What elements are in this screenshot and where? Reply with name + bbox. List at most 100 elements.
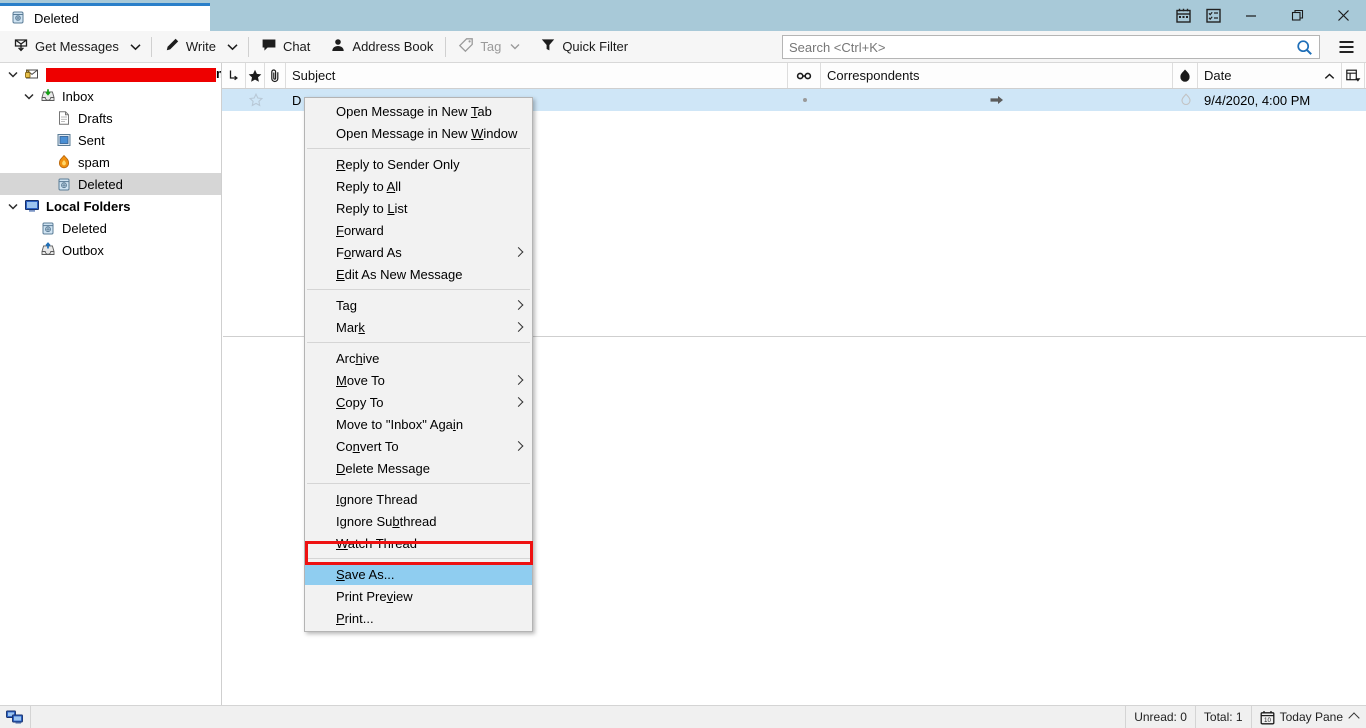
folder-item-spam[interactable]: spam [0, 151, 221, 173]
toolbar-divider [445, 36, 447, 57]
menu-item-archive[interactable]: Archive [305, 347, 532, 369]
tag-icon [458, 37, 474, 56]
submenu-arrow-icon [513, 322, 524, 332]
menu-item-move-to[interactable]: Move To [305, 369, 532, 391]
column-header-junk[interactable] [1173, 63, 1198, 88]
thunderbird-window: Deleted Get Messages Write Chat Address … [0, 0, 1366, 728]
search-input[interactable] [783, 39, 1289, 55]
filter-funnel-icon [540, 37, 556, 56]
quick-filter-button[interactable]: Quick Filter [533, 34, 635, 60]
tag-button[interactable]: Tag [451, 34, 527, 60]
chevron-down-icon[interactable] [4, 63, 22, 85]
menu-item-convert-to[interactable]: Convert To [305, 435, 532, 457]
menu-item-label: Convert To [336, 438, 399, 454]
minimize-button[interactable] [1228, 0, 1274, 31]
menu-item-mark[interactable]: Mark [305, 316, 532, 338]
menu-item-label: Print... [336, 610, 374, 626]
menu-item-tag[interactable]: Tag [305, 294, 532, 316]
drafts-icon [54, 107, 74, 129]
menu-item-watch-thread[interactable]: Watch Thread [305, 532, 532, 554]
column-header-starred[interactable] [246, 63, 265, 88]
folder-item-local-folders[interactable]: Local Folders [0, 195, 221, 217]
folder-item-deleted[interactable]: Deleted [0, 217, 221, 239]
tab-deleted[interactable]: Deleted [0, 3, 210, 31]
folder-item-outbox[interactable]: Outbox [0, 239, 221, 261]
message-cell-unread [788, 89, 821, 111]
menu-item-forward-as[interactable]: Forward As [305, 241, 532, 263]
write-button[interactable]: Write [157, 34, 223, 60]
menu-item-move-to-inbox-again[interactable]: Move to "Inbox" Again [305, 413, 532, 435]
message-context-menu[interactable]: Open Message in New Tab Open Message in N… [304, 97, 533, 632]
search-bar[interactable] [782, 35, 1320, 59]
folder-tree: m Inbox Drafts Sent spam Deleted Local Folders… [0, 63, 221, 261]
network-icon[interactable] [0, 706, 31, 728]
title-bar: Deleted [0, 0, 1366, 31]
address-book-label: Address Book [352, 39, 434, 54]
menu-item-ignore-thread[interactable]: Ignore Thread [305, 488, 532, 510]
twisty-placeholder [36, 173, 54, 195]
menu-item-print[interactable]: Print... [305, 607, 532, 629]
folder-item-sent[interactable]: Sent [0, 129, 221, 151]
folder-item-label: Local Folders [46, 198, 131, 214]
menu-item-label: Archive [336, 350, 380, 366]
chevron-down-icon[interactable] [20, 85, 38, 107]
folder-item-label: Deleted [62, 220, 107, 236]
today-pane-button[interactable]: 10 Today Pane [1250, 706, 1366, 728]
folder-item-deleted[interactable]: Deleted [0, 173, 221, 195]
menu-separator [307, 558, 530, 559]
twisty-placeholder [36, 151, 54, 173]
chevron-down-icon[interactable] [4, 195, 22, 217]
menu-item-copy-to[interactable]: Copy To [305, 391, 532, 413]
menu-separator [307, 148, 530, 149]
get-messages-button[interactable]: Get Messages [6, 34, 126, 60]
message-cell-correspondents [821, 89, 1173, 111]
menu-item-label: Reply to List [336, 200, 408, 216]
restore-button[interactable] [1274, 0, 1320, 31]
folder-pane[interactable]: m Inbox Drafts Sent spam Deleted Local Folders… [0, 63, 222, 705]
folder-item-drafts[interactable]: Drafts [0, 107, 221, 129]
menu-item-delete-message[interactable]: Delete Message [305, 457, 532, 479]
folder-item-inbox[interactable]: Inbox [0, 85, 221, 107]
column-header-unread[interactable] [788, 63, 821, 88]
menu-item-reply-to-all[interactable]: Reply to All [305, 175, 532, 197]
paperclip-icon [267, 68, 283, 84]
twisty-placeholder [36, 107, 54, 129]
app-menu-button[interactable] [1326, 31, 1366, 63]
write-dropdown[interactable] [223, 34, 243, 60]
column-header-label: Subject [292, 68, 336, 83]
column-header-correspondents[interactable]: Correspondents [821, 63, 1173, 88]
close-button[interactable] [1320, 0, 1366, 31]
column-picker-icon [1345, 68, 1361, 84]
address-book-button[interactable]: Address Book [323, 34, 440, 60]
get-messages-dropdown[interactable] [126, 34, 146, 60]
column-header-label: Correspondents [827, 68, 920, 83]
submenu-arrow-icon [513, 441, 524, 451]
chevron-down-icon [510, 43, 520, 50]
menu-item-label: Save As... [336, 566, 395, 582]
tasks-icon[interactable] [1198, 0, 1228, 31]
menu-separator [307, 483, 530, 484]
account-mail-icon [22, 63, 42, 85]
menu-item-label: Forward [336, 222, 384, 238]
column-header-subject[interactable]: Subject [286, 63, 788, 88]
menu-item-edit-as-new-message[interactable]: Edit As New Message [305, 263, 532, 285]
folder-item-account[interactable]: m [0, 63, 221, 85]
menu-item-reply-to-list[interactable]: Reply to List [305, 197, 532, 219]
chat-button[interactable]: Chat [254, 34, 317, 60]
menu-item-reply-to-sender-only[interactable]: Reply to Sender Only [305, 153, 532, 175]
search-icon[interactable] [1289, 36, 1319, 58]
trash-icon [54, 173, 74, 195]
column-header-picker[interactable] [1342, 63, 1365, 88]
flame-outline-icon [1178, 92, 1194, 108]
menu-item-open-message-in-new-window[interactable]: Open Message in New Window [305, 122, 532, 144]
column-header-attachment[interactable] [265, 63, 286, 88]
menu-item-print-preview[interactable]: Print Preview [305, 585, 532, 607]
menu-item-open-message-in-new-tab[interactable]: Open Message in New Tab [305, 100, 532, 122]
calendar-icon[interactable] [1168, 0, 1198, 31]
column-header-thread[interactable] [222, 63, 246, 88]
menu-item-forward[interactable]: Forward [305, 219, 532, 241]
chat-label: Chat [282, 39, 311, 54]
column-header-date[interactable]: Date [1198, 63, 1342, 88]
menu-item-ignore-subthread[interactable]: Ignore Subthread [305, 510, 532, 532]
menu-item-save-as[interactable]: Save As... [305, 563, 532, 585]
